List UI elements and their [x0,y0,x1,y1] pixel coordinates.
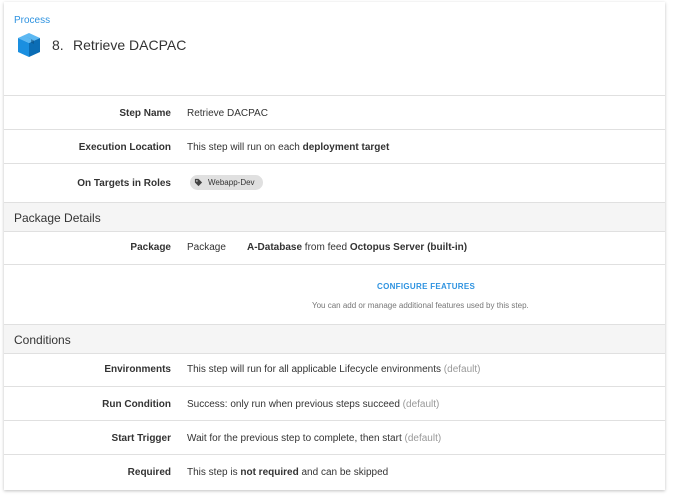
required-row: Required This step is not required and c… [4,454,665,490]
run-condition-text: Success: only run when previous steps su… [187,399,400,410]
configure-features-area: CONFIGURE FEATURES You can add or manage… [4,264,665,325]
required-bold: not required [240,467,299,478]
package-mid: from feed [302,242,350,253]
role-chip-label: Webapp-Dev [208,178,255,187]
package-name: A-Database [247,242,303,253]
package-box-icon [16,31,42,59]
step-name-label: Step Name [119,108,171,119]
environments-label: Environments [104,364,171,375]
package-feed: Octopus Server (built-in) [349,242,468,253]
step-header: Process 8. Retrieve DACPAC [4,2,665,94]
page-title: Retrieve DACPAC [73,37,187,53]
configure-features-button[interactable]: CONFIGURE FEATURES [377,282,475,291]
environments-value: This step will run for all applicable Li… [187,364,480,375]
environments-row: Environments This step will run for all … [4,352,665,386]
start-trigger-label: Start Trigger [111,433,171,444]
package-row: Package Package A-Database from feed Oct… [4,230,665,264]
required-value: This step is not required and can be ski… [187,467,388,478]
run-condition-default: (default) [402,399,440,410]
environments-default: (default) [443,364,481,375]
target-roles-row: On Targets in Roles Webapp-Dev [4,163,665,203]
start-trigger-row: Start Trigger Wait for the previous step… [4,420,665,455]
execution-location-value: This step will run on each deployment ta… [187,142,389,153]
start-trigger-value: Wait for the previous step to complete, … [187,433,441,444]
execution-location-text: This step will run on each [187,142,303,153]
run-condition-row: Run Condition Success: only run when pre… [4,386,665,421]
start-trigger-default: (default) [404,433,442,444]
execution-location-label: Execution Location [78,142,171,153]
step-number: 8. [52,37,64,53]
step-details-panel: Process 8. Retrieve DACPAC Step Name Ret… [4,2,665,490]
conditions-heading: Conditions [14,333,71,347]
package-details-heading: Package Details [14,211,101,225]
required-pre: This step is [187,467,241,478]
required-post: and can be skipped [298,467,389,478]
package-value: A-Database from feed Octopus Server (bui… [247,242,467,253]
breadcrumb-process[interactable]: Process [14,15,50,26]
environments-text: This step will run for all applicable Li… [187,364,442,375]
execution-location-row: Execution Location This step will run on… [4,129,665,164]
package-label: Package [130,242,171,253]
package-prefix: Package [187,242,226,253]
step-name-row: Step Name Retrieve DACPAC [4,95,665,130]
conditions-section: Conditions [4,324,665,354]
package-details-section: Package Details [4,202,665,232]
role-chip: Webapp-Dev [190,175,263,190]
run-condition-value: Success: only run when previous steps su… [187,399,439,410]
execution-location-bold: deployment target [302,142,390,153]
step-name-value: Retrieve DACPAC [187,108,268,119]
configure-features-help: You can add or manage additional feature… [312,301,529,310]
target-roles-label: On Targets in Roles [77,178,171,189]
run-condition-label: Run Condition [102,399,171,410]
tag-icon [194,178,203,187]
start-trigger-text: Wait for the previous step to complete, … [187,433,402,444]
required-label: Required [127,467,171,478]
